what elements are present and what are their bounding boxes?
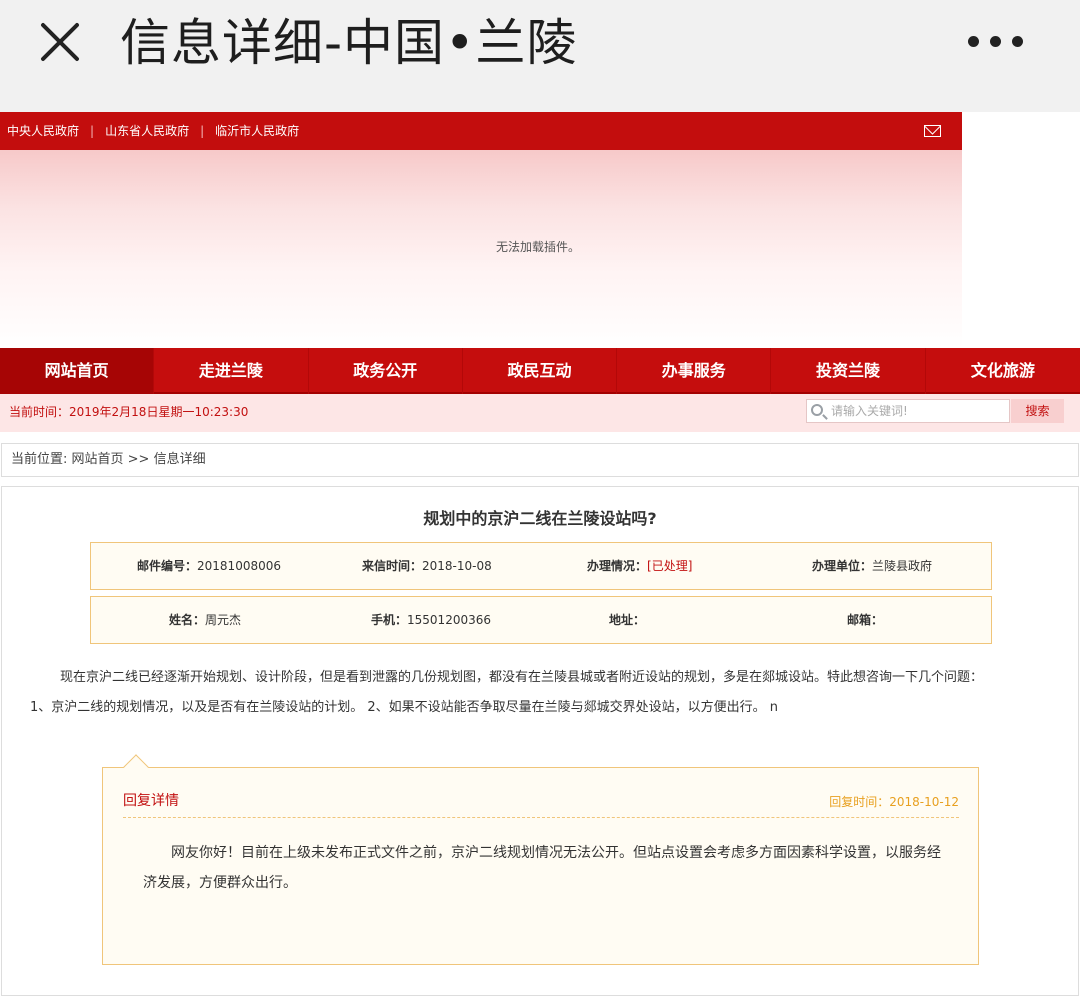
sender-email: 邮箱： [753, 597, 991, 643]
gov-links-bar: 中央人民政府 | 山东省人民政府 | 临沂市人民政府 [0, 112, 962, 150]
letter-subject: 规划中的京沪二线在兰陵设站吗? [423, 509, 657, 528]
link-shandong-government[interactable]: 山东省人民政府 [105, 124, 189, 138]
letter-meta-row-2: 姓名：周元杰 手机：15501200366 地址： 邮箱： [90, 596, 992, 644]
reply-box: 回复详情 回复时间：2018-10-12 网友你好！目前在上级未发布正式文件之前… [102, 754, 979, 965]
letter-meta-row-1: 邮件编号：20181008006 来信时间：2018-10-08 办理情况：[已… [90, 542, 992, 590]
reply-header: 回复详情 回复时间：2018-10-12 [123, 790, 959, 818]
mail-icon[interactable] [924, 125, 941, 137]
nav-item-culture-tourism[interactable]: 文化旅游 [926, 348, 1080, 394]
banner: 无法加载插件。 [0, 150, 962, 348]
more-icon[interactable] [966, 36, 1026, 48]
nav-item-home[interactable]: 网站首页 [0, 348, 155, 394]
sender-phone-label: 手机： [371, 613, 408, 627]
nav-item-about-lanling[interactable]: 走进兰陵 [154, 348, 309, 394]
letter-content-line-1: 现在京沪二线已经逐渐开始规划、设计阶段，但是看到泄露的几份规划图，都没有在兰陵县… [60, 670, 984, 685]
reply-time: 回复时间：2018-10-12 [829, 795, 959, 809]
sender-email-label: 邮箱： [847, 613, 884, 627]
sender-phone-value: 15501200366 [407, 613, 491, 627]
sender-phone: 手机：15501200366 [313, 597, 515, 643]
nav-item-investment[interactable]: 投资兰陵 [771, 348, 926, 394]
reply-label: 回复详情 [123, 793, 179, 809]
link-separator: | [200, 124, 205, 138]
app-bar: 信息详细-中国•兰陵 [0, 0, 1080, 112]
breadcrumb: 当前位置: 网站首页 >> 信息详细 [1, 443, 1079, 477]
mail-number: 邮件编号：20181008006 [91, 543, 316, 589]
search-button[interactable]: 搜索 [1011, 399, 1064, 423]
gov-links: 中央人民政府 | 山东省人民政府 | 临沂市人民政府 [7, 112, 299, 150]
handling-unit-value: 兰陵县政府 [872, 559, 933, 573]
reply-text: 网友你好！目前在上级未发布正式文件之前，京沪二线规划情况无法公开。但站点设置会考… [143, 845, 941, 891]
info-strip: 当前时间：2019年2月18日星期一10:23:30 搜索 [0, 394, 1080, 432]
page-title: 信息详细-中国•兰陵 [120, 14, 578, 72]
nav-item-government-affairs[interactable]: 政务公开 [309, 348, 463, 394]
link-central-government[interactable]: 中央人民政府 [7, 124, 79, 138]
mail-number-label: 邮件编号： [137, 559, 198, 573]
search-input[interactable] [831, 402, 1007, 420]
sender-address-label: 地址： [609, 613, 646, 627]
handling-unit: 办理单位：兰陵县政府 [766, 543, 991, 589]
breadcrumb-separator: >> [123, 452, 154, 467]
letter-date: 来信时间：2018-10-08 [316, 543, 541, 589]
letter-panel: 规划中的京沪二线在兰陵设站吗? 邮件编号：20181008006 来信时间：20… [1, 486, 1079, 996]
letter-date-label: 来信时间： [362, 559, 423, 573]
letter-date-value: 2018-10-08 [422, 559, 492, 573]
sender-name: 姓名：周元杰 [91, 597, 313, 643]
breadcrumb-home-link[interactable]: 网站首页 [72, 452, 124, 467]
search-box [806, 399, 1010, 423]
letter-content-line-2: 1、京沪二线的规划情况，以及是否有在兰陵设站的计划。 2、如果不设站能否争取尽量… [30, 700, 779, 715]
mail-number-value: 20181008006 [197, 559, 281, 573]
link-linyi-government[interactable]: 临沂市人民政府 [215, 124, 299, 138]
close-icon[interactable] [38, 20, 82, 64]
search-icon [811, 404, 823, 416]
nav-item-services[interactable]: 办事服务 [617, 348, 772, 394]
handling-unit-label: 办理单位： [812, 559, 873, 573]
handling-status: 办理情况：[已处理] [541, 543, 766, 589]
handling-status-label: 办理情况： [587, 559, 648, 573]
sender-name-value: 周元杰 [205, 613, 242, 627]
breadcrumb-text: 当前位置: 网站首页 >> 信息详细 [11, 444, 206, 476]
letter-content: 现在京沪二线已经逐渐开始规划、设计阶段，但是看到泄露的几份规划图，都没有在兰陵县… [30, 663, 1040, 723]
reply-notch [123, 754, 149, 780]
plugin-error-message: 无法加载插件。 [495, 240, 580, 254]
breadcrumb-prefix: 当前位置: [11, 452, 72, 467]
link-separator: | [90, 124, 95, 138]
current-time: 当前时间：2019年2月18日星期一10:23:30 [9, 405, 249, 419]
status-badge: [已处理] [647, 559, 693, 573]
sender-name-label: 姓名： [169, 613, 206, 627]
breadcrumb-current: 信息详细 [153, 452, 206, 467]
nav-item-interaction[interactable]: 政民互动 [463, 348, 618, 394]
main-nav: 网站首页 走进兰陵 政务公开 政民互动 办事服务 投资兰陵 文化旅游 [0, 348, 1080, 394]
sender-address: 地址： [515, 597, 753, 643]
